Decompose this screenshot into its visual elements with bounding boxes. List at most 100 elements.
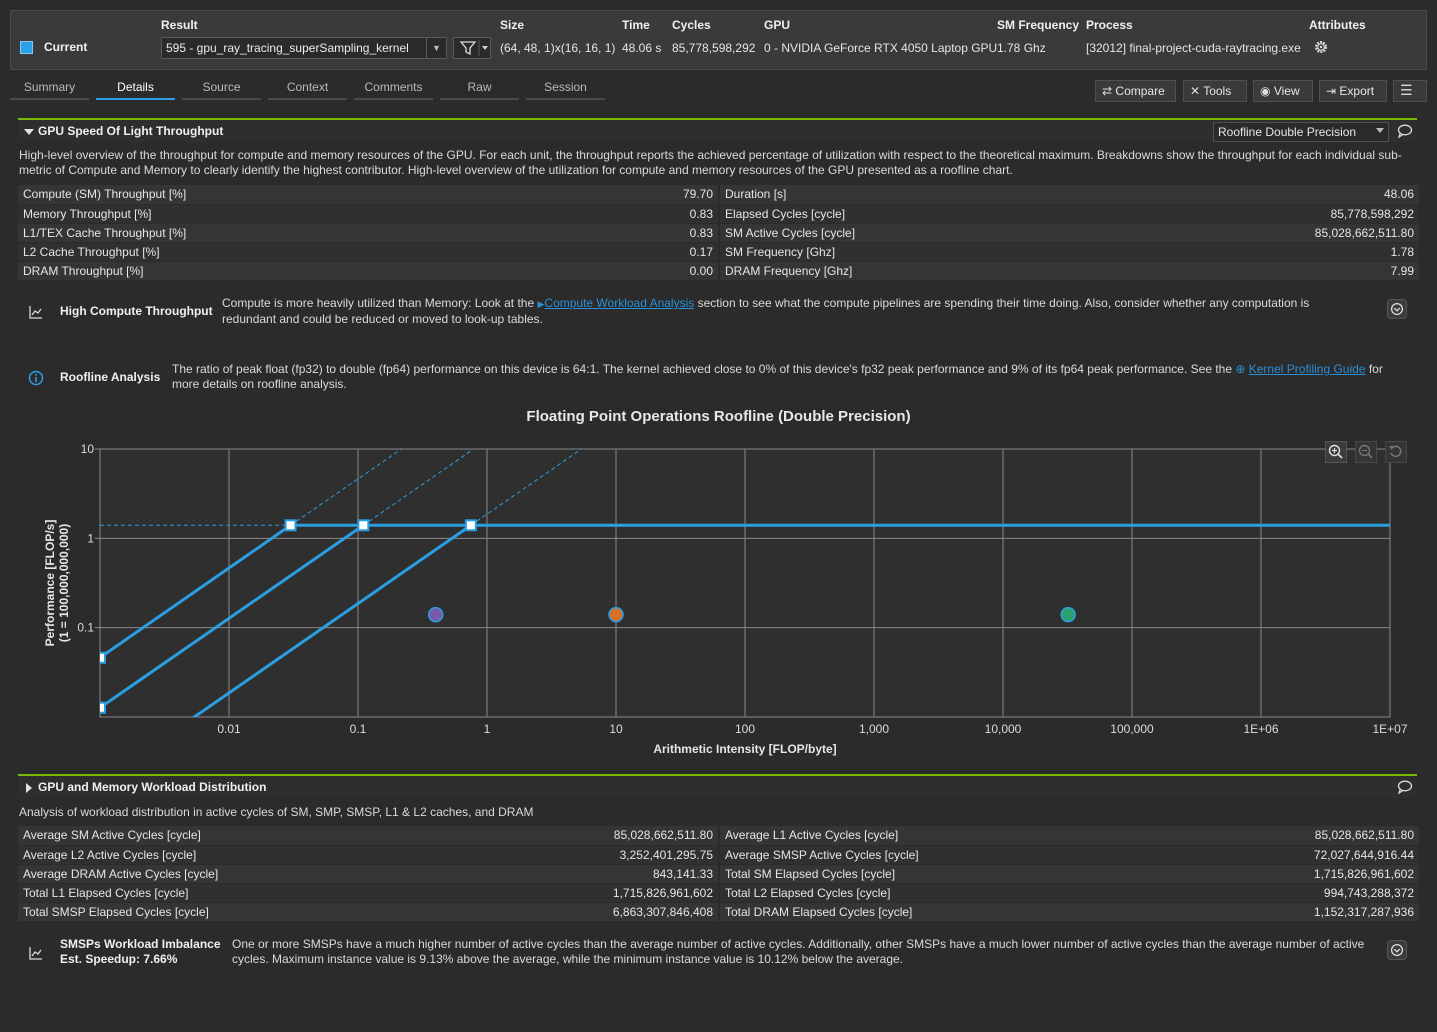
- achieved-point[interactable]: [427, 606, 444, 623]
- comment-icon[interactable]: [1397, 124, 1413, 138]
- tab-source[interactable]: Source: [182, 78, 261, 100]
- x-tick-label: 10,000: [985, 722, 1022, 736]
- zoom-in-button[interactable]: [1325, 441, 1347, 463]
- compare-button[interactable]: ⇄ Compare: [1095, 80, 1176, 102]
- metric-name: Average DRAM Active Cycles [cycle]: [18, 864, 474, 884]
- metric-value: 6,863,307,846,408: [473, 902, 718, 922]
- workload-section-title: GPU and Memory Workload Distribution: [38, 780, 267, 794]
- result-select[interactable]: 595 - gpu_ray_tracing_superSampling_kern…: [161, 37, 447, 59]
- workload-section-header[interactable]: GPU and Memory Workload Distribution: [18, 774, 1417, 798]
- globe-icon: ⊕: [1235, 362, 1249, 376]
- kernel-profiling-guide-link[interactable]: Kernel Profiling Guide: [1249, 362, 1366, 376]
- tab-summary[interactable]: Summary: [10, 78, 89, 100]
- compare-icon: ⇄: [1102, 84, 1113, 98]
- filter-icon: [459, 40, 488, 56]
- y-tick-label: 1: [87, 531, 94, 545]
- time-label: Time: [622, 18, 650, 32]
- zoom-in-icon: [1328, 444, 1343, 459]
- ridge-point-marker[interactable]: [357, 519, 370, 532]
- roofline-edge-marker[interactable]: [95, 701, 106, 714]
- expand-icon[interactable]: [1387, 940, 1407, 960]
- sol-section-header[interactable]: GPU Speed Of Light Throughput Roofline D…: [18, 118, 1417, 142]
- view-icon: ◉: [1260, 84, 1271, 98]
- table-row: Memory Throughput [%] 0.83: [18, 204, 718, 224]
- table-row: Average L2 Active Cycles [cycle] 3,252,40…: [18, 845, 718, 865]
- ridge-point-marker[interactable]: [284, 519, 297, 532]
- gear-icon[interactable]: [1313, 39, 1329, 55]
- y-tick-label: 0.1: [77, 621, 94, 635]
- metric-name: Average L1 Active Cycles [cycle]: [720, 826, 1174, 846]
- metric-value: 79.70: [586, 185, 718, 205]
- sol-section: GPU Speed Of Light Throughput Roofline D…: [18, 118, 1417, 178]
- workload-section: GPU and Memory Workload Distribution Ana…: [18, 774, 1417, 820]
- collapse-icon[interactable]: [24, 129, 34, 135]
- table-row: L2 Cache Throughput [%] 0.17: [18, 242, 718, 262]
- rule-text: The ratio of peak float (fp32) to double…: [172, 362, 1236, 376]
- x-tick-label: 10: [609, 722, 623, 736]
- table-row: DRAM Frequency [Ghz] 7.99: [720, 261, 1419, 281]
- roofline-edge-marker[interactable]: [95, 651, 106, 664]
- metric-value: 85,028,662,511.80: [1173, 826, 1419, 846]
- x-tick-label: 1E+06: [1243, 722, 1278, 736]
- metric-name: Average SM Active Cycles [cycle]: [18, 826, 474, 846]
- comment-icon[interactable]: [1397, 780, 1413, 794]
- sol-left-table: Compute (SM) Throughput [%] 79.70 Memory …: [18, 185, 718, 281]
- expand-icon[interactable]: [1387, 299, 1407, 319]
- rule-title: High Compute Throughput: [60, 304, 213, 318]
- reset-zoom-button[interactable]: [1385, 441, 1407, 463]
- sm-frequency-value: 1.78 Ghz: [997, 41, 1046, 55]
- workload-description: Analysis of workload distribution in act…: [19, 805, 534, 819]
- x-tick-label: 1,000: [859, 722, 889, 736]
- view-button[interactable]: ◉ View: [1253, 80, 1313, 102]
- tab-details[interactable]: Details: [96, 78, 175, 100]
- rule-body: One or more SMSPs have a much higher num…: [232, 937, 1365, 966]
- metric-value: 72,027,644,916.44: [1173, 845, 1419, 865]
- metric-name: Compute (SM) Throughput [%]: [18, 185, 587, 205]
- ridge-point-marker[interactable]: [464, 519, 477, 532]
- table-row: L1/TEX Cache Throughput [%] 0.83: [18, 223, 718, 243]
- process-label: Process: [1086, 18, 1133, 32]
- time-value: 48.06 s: [622, 41, 662, 55]
- metric-name: Average SMSP Active Cycles [cycle]: [720, 845, 1174, 865]
- tools-button[interactable]: ✕ Tools: [1183, 80, 1247, 102]
- chart-type-select[interactable]: Roofline Double Precision: [1213, 122, 1389, 142]
- metric-value: 48.06: [1112, 185, 1419, 205]
- menu-button[interactable]: ☰: [1393, 80, 1427, 102]
- metric-name: DRAM Frequency [Ghz]: [720, 261, 1113, 281]
- metric-name: Memory Throughput [%]: [18, 204, 587, 224]
- achieved-point[interactable]: [608, 606, 624, 623]
- export-button[interactable]: ⇥ Export: [1319, 80, 1387, 102]
- y-axis-unit-label: (1 = 100,000,000,000): [57, 524, 71, 642]
- chart-title: Floating Point Operations Roofline (Doub…: [526, 408, 911, 425]
- table-row: Total SM Elapsed Cycles [cycle] 1,715,826…: [720, 864, 1419, 884]
- metric-value: 0.83: [586, 204, 718, 224]
- gpu-label: GPU: [764, 18, 791, 32]
- metric-value: 7.99: [1112, 261, 1419, 281]
- metric-name: L1/TEX Cache Throughput [%]: [18, 223, 587, 243]
- tab-session[interactable]: Session: [526, 78, 605, 100]
- x-tick-label: 100,000: [1110, 722, 1154, 736]
- sol-section-title: GPU Speed Of Light Throughput: [38, 124, 224, 138]
- chart-type-value: Roofline Double Precision: [1218, 125, 1357, 139]
- tab-context[interactable]: Context: [268, 78, 347, 100]
- tab-raw[interactable]: Raw: [440, 78, 519, 100]
- achieved-point[interactable]: [1060, 606, 1076, 623]
- result-header: Result Size Time Cycles GPU SM Frequency…: [10, 10, 1427, 70]
- metric-name: DRAM Throughput [%]: [18, 261, 587, 281]
- table-row: Average SM Active Cycles [cycle] 85,028,6…: [18, 826, 718, 846]
- compute-workload-link[interactable]: Compute Workload Analysis: [544, 296, 694, 310]
- filter-button[interactable]: [453, 37, 491, 59]
- roofline-chart[interactable]: 0.01 0.1 1 10 100 1,000 10,000 100,000 1E+06 1E+0…: [30, 432, 1430, 762]
- expand-arrow-icon[interactable]: [26, 783, 32, 793]
- tools-icon: ✕: [1190, 84, 1201, 98]
- table-row: Duration [s] 48.06: [720, 185, 1419, 205]
- cycles-label: Cycles: [672, 18, 711, 32]
- view-label: View: [1273, 84, 1300, 98]
- export-label: Export: [1339, 84, 1375, 98]
- zoom-out-button[interactable]: [1355, 441, 1377, 463]
- tab-comments[interactable]: Comments: [354, 78, 433, 100]
- metric-value: 1,152,317,287,936: [1173, 902, 1419, 922]
- rule-high-compute: High Compute Throughput Compute is more …: [18, 294, 1417, 330]
- rule-body: Compute is more heavily utilized than Me…: [222, 296, 1332, 327]
- metric-value: 3,252,401,295.75: [473, 845, 718, 865]
